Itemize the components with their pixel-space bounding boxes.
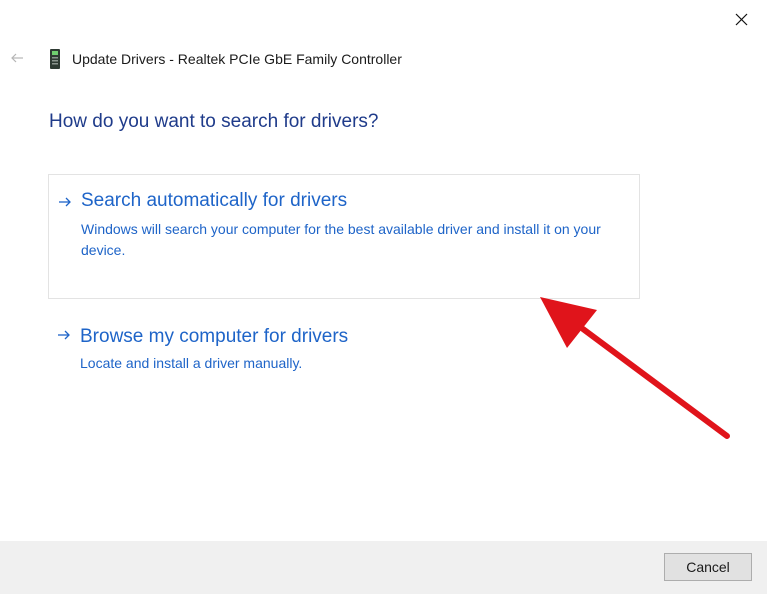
search-automatically-option[interactable]: Search automatically for drivers Windows…	[48, 174, 640, 299]
option-description: Locate and install a driver manually.	[80, 355, 303, 371]
arrow-right-icon	[59, 197, 71, 207]
update-drivers-dialog: Update Drivers - Realtek PCIe GbE Family…	[0, 0, 767, 594]
close-button[interactable]	[729, 8, 755, 32]
cancel-button[interactable]: Cancel	[664, 553, 752, 581]
close-icon	[735, 13, 748, 26]
dialog-footer	[0, 541, 767, 594]
page-heading: How do you want to search for drivers?	[49, 111, 379, 132]
option-title: Browse my computer for drivers	[80, 326, 349, 347]
dialog-title-row: Update Drivers - Realtek PCIe GbE Family…	[48, 47, 402, 71]
option-description: Windows will search your computer for th…	[81, 221, 601, 258]
arrow-right-icon	[58, 330, 70, 340]
network-adapter-icon	[50, 49, 60, 69]
dialog-title: Update Drivers - Realtek PCIe GbE Family…	[72, 51, 402, 67]
back-arrow-icon	[11, 53, 23, 63]
browse-computer-option[interactable]: Browse my computer for drivers Locate an…	[48, 318, 640, 388]
back-button[interactable]	[9, 49, 27, 67]
option-title: Search automatically for drivers	[81, 190, 348, 211]
